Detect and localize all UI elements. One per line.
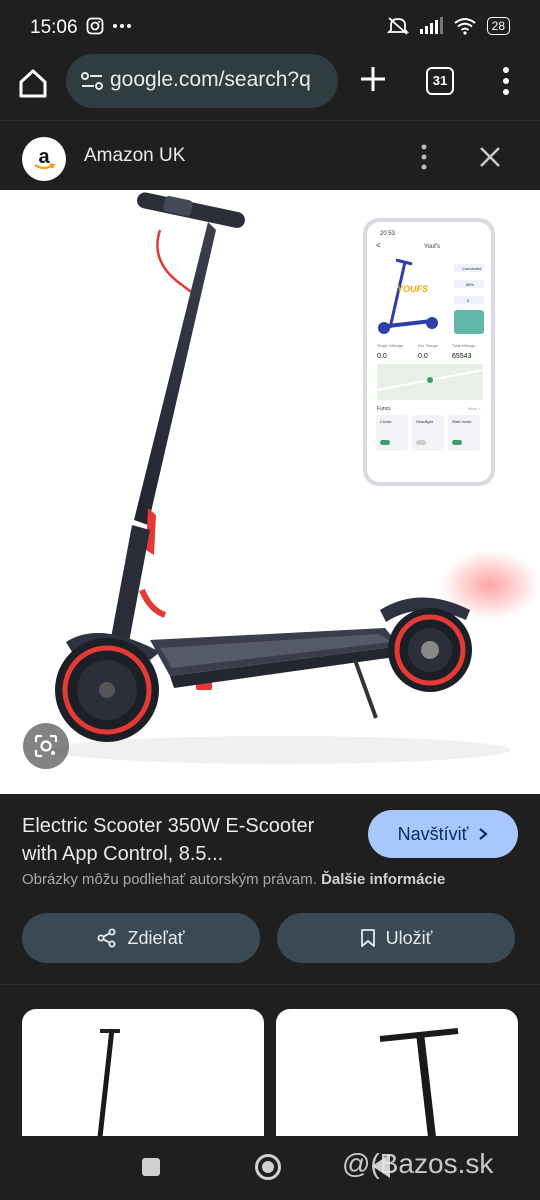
share-label: Zdieľať	[127, 927, 185, 948]
svg-text:88%: 88%	[466, 282, 474, 287]
scooter-thumb-illustration	[379, 1028, 459, 1137]
related-image-thumb[interactable]	[22, 1009, 264, 1137]
svg-text:a: a	[38, 146, 50, 168]
svg-text:Funcs: Funcs	[377, 406, 391, 412]
instagram-icon	[86, 17, 104, 35]
image-source-bar: a Amazon UK	[0, 120, 540, 190]
visit-button-label: Navštíviť	[397, 823, 469, 844]
system-nav-bar: @(Bazos.sk	[0, 1136, 540, 1200]
phone-logo: YOUFS	[397, 284, 428, 294]
recents-icon[interactable]	[142, 1158, 160, 1176]
wifi-icon	[454, 18, 476, 35]
amazon-a-icon: a	[34, 146, 56, 170]
save-button[interactable]: Uložiť	[277, 913, 515, 963]
svg-text:Est. Range: Est. Range	[418, 343, 439, 348]
chevron-right-icon	[479, 828, 489, 840]
status-time: 15:06	[30, 17, 78, 38]
share-icon	[97, 928, 116, 948]
svg-text:Headlight: Headlight	[416, 419, 434, 424]
svg-text:65543: 65543	[452, 353, 472, 360]
more-dots-icon	[113, 24, 131, 28]
menu-icon[interactable]	[496, 64, 516, 98]
svg-text:Total Mileage: Total Mileage	[452, 343, 476, 348]
watermark: @(Bazos.sk	[342, 1148, 494, 1179]
google-lens-button[interactable]	[23, 723, 69, 769]
scooter-illustration: 20:53 Youf's < YOUFS Connected 88% 5 Sin…	[50, 192, 540, 764]
svg-text:More >: More >	[468, 406, 481, 411]
phone-time: 20:53	[380, 231, 396, 237]
image-details-panel: Electric Scooter 350W E-Scooter with App…	[0, 794, 540, 984]
product-image[interactable]: 20:53 Youf's < YOUFS Connected 88% 5 Sin…	[0, 190, 540, 794]
related-image-thumb[interactable]	[276, 1009, 518, 1137]
home-icon[interactable]	[16, 66, 50, 100]
svg-text:Cruise: Cruise	[380, 419, 392, 424]
browser-toolbar: google.com/search?q 31	[0, 54, 540, 120]
phone-app-mockup: 20:53 Youf's < YOUFS Connected 88% 5 Sin…	[363, 218, 495, 486]
mute-icon	[386, 17, 409, 35]
svg-text:Single Mileage: Single Mileage	[377, 343, 404, 348]
battery-icon: 28	[486, 17, 510, 35]
phone-app-name: Youf's	[424, 244, 440, 250]
amazon-logo[interactable]: a	[22, 137, 66, 181]
status-notification-icons	[86, 17, 132, 35]
visit-button[interactable]: Navštíviť	[368, 810, 518, 858]
site-settings-icon[interactable]	[80, 70, 104, 92]
source-title[interactable]: Amazon UK	[84, 145, 185, 167]
back-arrow-icon: <	[376, 241, 381, 250]
more-info-link[interactable]: Ďalšie informácie	[321, 871, 445, 888]
copyright-text: Obrázky môžu podliehať autorským právam.	[22, 871, 317, 888]
tabs-button[interactable]: 31	[426, 67, 454, 95]
lens-icon	[34, 734, 58, 758]
bookmark-icon	[360, 929, 375, 947]
svg-text:0.0: 0.0	[418, 353, 428, 360]
related-images	[0, 984, 540, 1137]
svg-text:0.0: 0.0	[377, 353, 387, 360]
more-vert-icon[interactable]	[416, 143, 432, 171]
url-bar[interactable]: google.com/search?q	[66, 54, 338, 108]
home-nav-icon[interactable]	[255, 1154, 281, 1180]
scooter-thumb-illustration	[97, 1028, 120, 1137]
signal-icon	[419, 17, 443, 34]
url-text[interactable]: google.com/search?q	[110, 68, 330, 92]
save-label: Uložiť	[385, 927, 433, 948]
copyright-notice: Obrázky môžu podliehať autorským právam.…	[22, 871, 445, 888]
svg-text:Start mode: Start mode	[452, 419, 472, 424]
product-title[interactable]: Electric Scooter 350W E-Scooter with App…	[22, 812, 352, 868]
share-button[interactable]: Zdieľať	[22, 913, 260, 963]
plus-icon[interactable]	[356, 62, 390, 96]
status-system-icons: 28	[386, 16, 510, 36]
close-icon[interactable]	[476, 143, 504, 171]
status-bar: 15:06 28	[0, 0, 540, 54]
svg-text:Connected: Connected	[462, 266, 481, 271]
